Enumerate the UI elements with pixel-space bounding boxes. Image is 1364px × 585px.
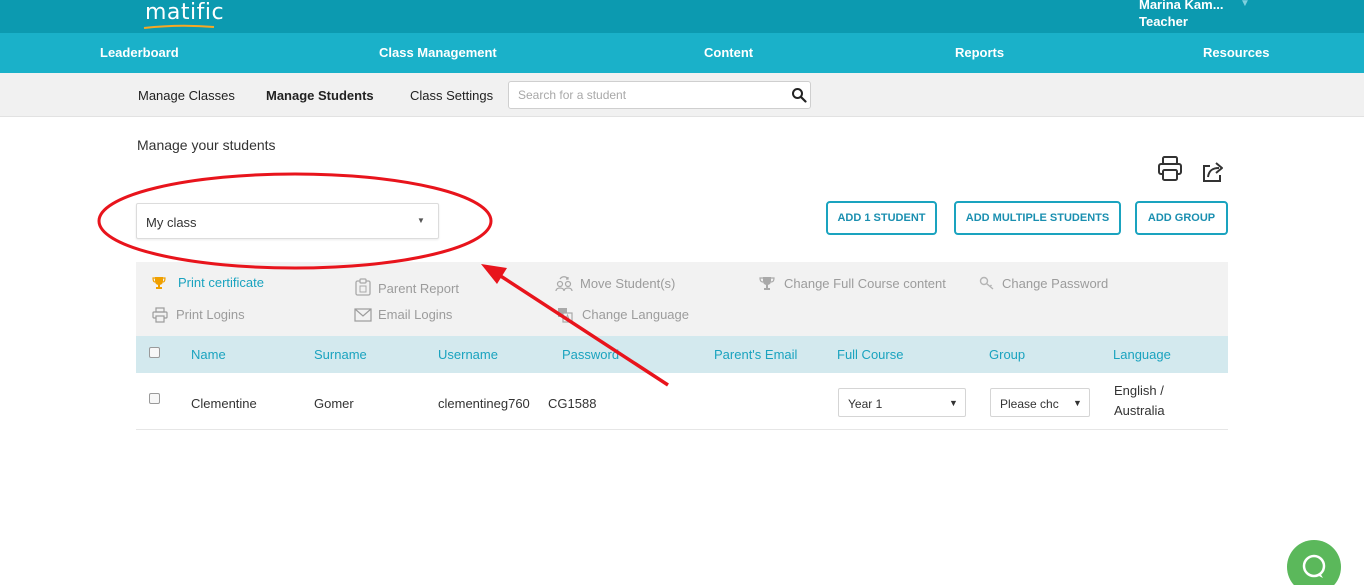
parent-report-label: Parent Report	[378, 281, 459, 296]
search-input[interactable]	[509, 82, 779, 108]
cell-username: clementineg760	[438, 396, 530, 411]
column-header-username[interactable]: Username	[438, 347, 498, 362]
printer-icon	[152, 307, 168, 323]
column-header-language[interactable]: Language	[1113, 347, 1171, 362]
top-bar: matific Marina Kam... Teacher ▼	[0, 0, 1364, 33]
full-course-select[interactable]: Year 1 ▼	[838, 388, 966, 417]
nav-resources[interactable]: Resources	[1203, 45, 1269, 60]
cell-surname: Gomer	[314, 396, 354, 411]
help-chat-button[interactable]	[1287, 540, 1341, 585]
email-logins-action[interactable]: Email Logins	[354, 306, 474, 324]
key-icon	[979, 276, 994, 290]
change-language-action[interactable]: Change Language	[557, 306, 697, 324]
translate-icon	[558, 308, 573, 323]
print-logins-label: Print Logins	[176, 307, 245, 322]
add-multiple-students-button[interactable]: ADD MULTIPLE STUDENTS	[954, 201, 1121, 235]
tab-manage-students[interactable]: Manage Students	[266, 88, 374, 103]
sub-nav: Manage Classes Manage Students Class Set…	[0, 73, 1364, 117]
user-menu-chevron-icon[interactable]: ▼	[1240, 0, 1250, 9]
chevron-down-icon: ▼	[417, 216, 425, 225]
tab-class-settings[interactable]: Class Settings	[410, 88, 493, 103]
share-icon[interactable]	[1200, 160, 1226, 184]
print-certificate-action[interactable]: Print certificate	[152, 275, 292, 293]
tab-manage-classes[interactable]: Manage Classes	[138, 88, 235, 103]
student-actions-toolbar: Print certificate Parent Report Move Stu…	[136, 262, 1228, 336]
main-nav: Leaderboard Class Management Content Rep…	[0, 33, 1364, 73]
chat-icon	[1302, 554, 1326, 578]
parent-report-action[interactable]: Parent Report	[355, 278, 475, 298]
clipboard-icon	[355, 278, 371, 296]
chevron-down-icon: ▼	[1073, 398, 1082, 408]
class-select-value: My class	[146, 215, 197, 230]
move-students-action[interactable]: Move Student(s)	[555, 276, 695, 294]
column-header-group[interactable]: Group	[989, 347, 1025, 362]
nav-reports[interactable]: Reports	[955, 45, 1004, 60]
trophy-icon	[152, 277, 166, 289]
column-header-full-course[interactable]: Full Course	[837, 347, 903, 362]
cell-password: CG1588	[548, 396, 597, 411]
student-search	[508, 81, 811, 109]
change-password-action[interactable]: Change Password	[979, 276, 1119, 294]
row-checkbox[interactable]	[149, 393, 160, 404]
class-select-dropdown[interactable]: My class ▼	[136, 203, 439, 239]
user-name[interactable]: Marina Kam...	[1139, 0, 1224, 12]
nav-leaderboard[interactable]: Leaderboard	[100, 45, 179, 60]
group-value: Please chc	[1000, 397, 1059, 411]
select-all-checkbox[interactable]	[149, 347, 160, 358]
column-header-name[interactable]: Name	[191, 347, 226, 362]
table-row: Clementine Gomer clementineg760 CG1588 Y…	[136, 373, 1228, 430]
user-role: Teacher	[1139, 14, 1188, 29]
nav-class-management[interactable]: Class Management	[379, 45, 497, 60]
change-password-label: Change Password	[1002, 276, 1109, 291]
logo-swoosh-icon	[143, 24, 215, 29]
chevron-down-icon: ▼	[949, 398, 958, 408]
move-students-label: Move Student(s)	[580, 276, 676, 291]
page-title: Manage your students	[137, 137, 276, 153]
change-full-course-label: Change Full Course content	[784, 276, 946, 291]
printer-icon[interactable]	[1157, 155, 1183, 183]
cell-language-region: Australia	[1114, 403, 1165, 418]
group-select[interactable]: Please chc ▼	[990, 388, 1090, 417]
column-header-parents-email[interactable]: Parent's Email	[714, 347, 797, 362]
students-table-header: Name Surname Username Password Parent's …	[136, 336, 1228, 373]
add-one-student-button[interactable]: ADD 1 STUDENT	[826, 201, 937, 235]
search-icon[interactable]	[791, 87, 807, 103]
add-group-button[interactable]: ADD GROUP	[1135, 201, 1228, 235]
cell-name: Clementine	[191, 396, 257, 411]
print-certificate-label: Print certificate	[178, 275, 264, 290]
print-logins-action[interactable]: Print Logins	[152, 306, 272, 324]
column-header-password[interactable]: Password	[562, 347, 619, 362]
change-full-course-action[interactable]: Change Full Course content	[759, 276, 959, 294]
move-users-icon	[555, 276, 573, 292]
column-header-surname[interactable]: Surname	[314, 347, 367, 362]
envelope-icon	[354, 308, 372, 322]
matific-logo[interactable]: matific	[145, 0, 224, 25]
email-logins-label: Email Logins	[378, 307, 453, 322]
change-language-label: Change Language	[582, 307, 689, 322]
trophy-icon	[759, 277, 775, 290]
cell-language: English /	[1114, 383, 1164, 398]
full-course-value: Year 1	[848, 397, 883, 411]
nav-content[interactable]: Content	[704, 45, 753, 60]
